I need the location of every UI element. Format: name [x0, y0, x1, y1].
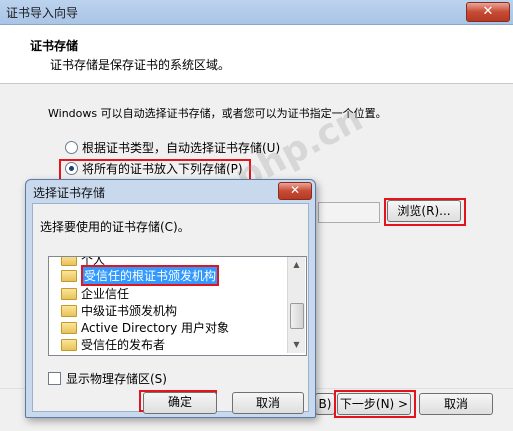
folder-icon: [61, 304, 77, 317]
wizard-titlebar: 证书导入向导 ✕: [0, 0, 513, 25]
tree-item-label: 中级证书颁发机构: [81, 304, 178, 318]
dialog-title: 选择证书存储: [33, 186, 106, 200]
dialog-prompt: 选择要使用的证书存储(C)。: [40, 220, 190, 234]
select-store-dialog: 选择证书存储 ✕ 选择要使用的证书存储(C)。 个人 受信任的根证书颁发机构 企…: [25, 179, 316, 418]
wizard-close-button[interactable]: ✕: [466, 2, 510, 22]
next-button[interactable]: 下一步(N) >: [337, 393, 411, 415]
header-title: 证书存储: [30, 39, 79, 53]
scroll-thumb[interactable]: [290, 303, 304, 329]
scroll-up-icon[interactable]: ▲: [288, 257, 305, 273]
store-path-field[interactable]: [318, 202, 380, 223]
dialog-content: 选择要使用的证书存储(C)。 个人 受信任的根证书颁发机构 企业信任 中级证书颁…: [32, 203, 309, 414]
tree-item-trusted-root[interactable]: 受信任的根证书颁发机构: [61, 265, 220, 286]
folder-icon: [61, 269, 77, 282]
dialog-close-button[interactable]: ✕: [278, 182, 312, 200]
folder-icon: [61, 257, 77, 266]
radio-manual-store[interactable]: 将所有的证书放入下列存储(P): [65, 159, 243, 177]
tree-item-label: Active Directory 用户对象: [81, 321, 230, 335]
folder-icon: [61, 321, 77, 334]
radio-auto-button[interactable]: [65, 140, 78, 154]
tree-item-label: 受信任的发布者: [81, 338, 166, 352]
browse-button[interactable]: 浏览(R)...: [387, 200, 461, 222]
store-tree[interactable]: 个人 受信任的根证书颁发机构 企业信任 中级证书颁发机构 Active Dire…: [48, 256, 307, 356]
close-icon: ✕: [289, 183, 301, 197]
wizard-cancel-button[interactable]: 取消: [419, 393, 493, 415]
tree-item-trusted-publishers[interactable]: 受信任的发布者: [61, 336, 165, 353]
back-button[interactable]: B): [315, 393, 335, 415]
show-physical-checkbox[interactable]: [48, 371, 61, 385]
tree-item-active-directory[interactable]: Active Directory 用户对象: [61, 319, 229, 336]
tree-item-intermediate-ca[interactable]: 中级证书颁发机构: [61, 302, 177, 319]
radio-manual-button[interactable]: [65, 161, 78, 175]
tree-item-label: 企业信任: [81, 287, 130, 301]
ok-button[interactable]: 确定: [143, 392, 217, 414]
tree-scrollbar[interactable]: ▲ ▼: [287, 257, 305, 353]
header-subtitle: 证书存储是保存证书的系统区域。: [50, 58, 231, 72]
show-physical-stores[interactable]: 显示物理存储区(S): [48, 370, 167, 386]
radio-manual-label: 将所有的证书放入下列存储(P): [82, 161, 243, 176]
folder-icon: [61, 287, 77, 300]
dialog-cancel-button[interactable]: 取消: [232, 392, 304, 414]
folder-icon: [61, 338, 77, 351]
tree-item-label-selected: 受信任的根证书颁发机构: [81, 265, 220, 286]
wizard-header: 证书存储 证书存储是保存证书的系统区域。: [0, 25, 513, 84]
close-icon: ✕: [482, 4, 494, 19]
wizard-title: 证书导入向导: [6, 6, 79, 20]
scroll-down-icon[interactable]: ▼: [288, 337, 305, 353]
tree-item-enterprise-trust[interactable]: 企业信任: [61, 285, 129, 302]
show-physical-label: 显示物理存储区(S): [66, 371, 167, 386]
